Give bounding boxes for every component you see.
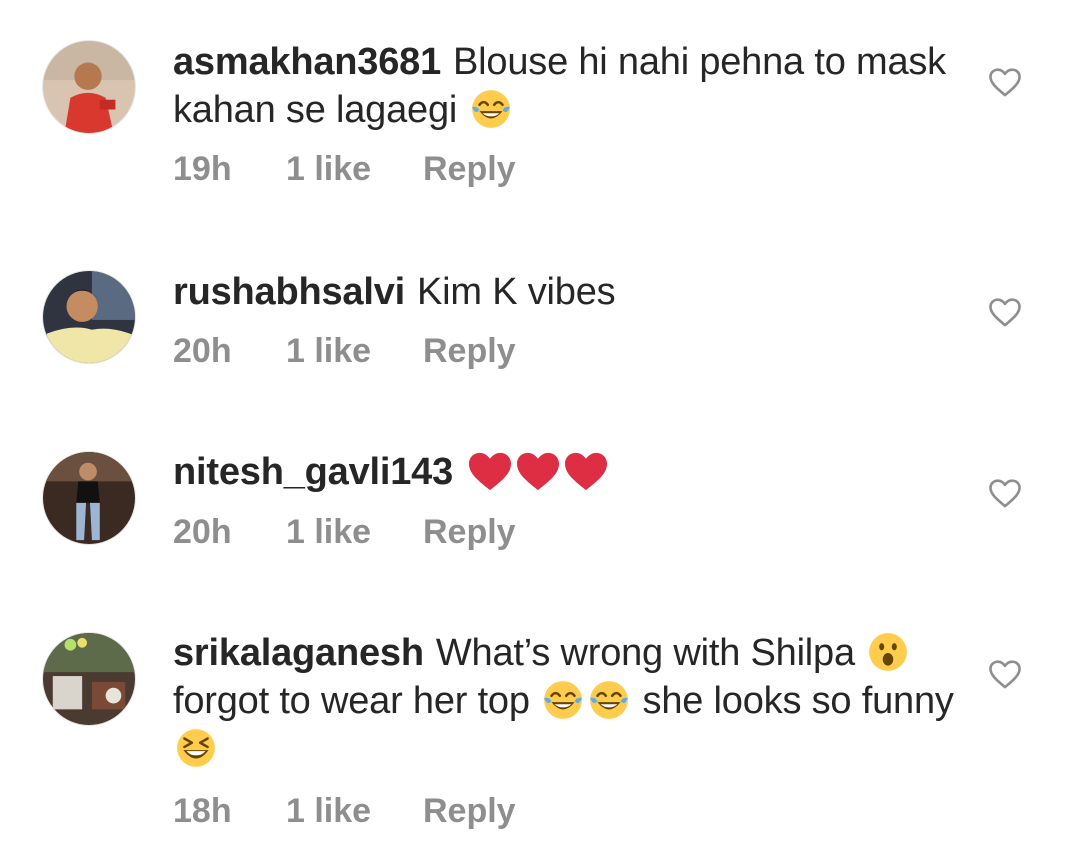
red-heart-icon [515,450,561,492]
comment-like-count[interactable]: 1 like [286,332,423,371]
comment-meta: 20h 1 like Reply [173,513,516,552]
heart-outline-icon[interactable] [987,477,1023,509]
face-with-tears-of-joy-icon [588,679,630,721]
comment-body: forgot to wear her top [173,680,530,722]
comment-meta: 18h 1 like Reply [173,792,516,831]
comment-username[interactable]: srikalaganesh [173,632,424,674]
red-heart-icon [563,450,609,492]
reply-button[interactable]: Reply [423,150,516,189]
reply-button[interactable]: Reply [423,792,516,831]
comment-meta: 19h 1 like Reply [173,150,516,189]
comment-body: Kim K vibes [417,271,616,313]
comment-text: asmakhan3681 Blouse hi nahi pehna to mask… [173,38,963,134]
comment-username[interactable]: nitesh_gavli143 [173,451,453,493]
comment-like-count[interactable]: 1 like [286,792,423,831]
comment-like-count[interactable]: 1 like [286,150,423,189]
heart-outline-icon[interactable] [987,66,1023,98]
comment-timestamp: 19h [173,150,232,188]
face-with-tears-of-joy-icon [542,679,584,721]
comment-body: she looks so funny [642,680,954,722]
comment-timestamp: 20h [173,513,232,551]
red-heart-icon [467,450,513,492]
grinning-squinting-face-icon [175,727,217,769]
reply-button[interactable]: Reply [423,332,516,371]
comment-username[interactable]: rushabhsalvi [173,271,405,313]
comment-like-count[interactable]: 1 like [286,513,423,552]
comment-text: nitesh_gavli143 [173,448,963,496]
comment-meta: 20h 1 like Reply [173,332,516,371]
face-with-open-mouth-icon [867,631,909,673]
heart-outline-icon[interactable] [987,296,1023,328]
avatar[interactable] [42,632,136,726]
comment-text: srikalaganesh What’s wrong with Shilpa fo… [173,629,963,773]
comment-body: What’s wrong with Shilpa [435,632,855,674]
avatar[interactable] [42,270,136,364]
avatar[interactable] [42,40,136,134]
comment-timestamp: 18h [173,792,232,830]
comment-text: rushabhsalvi Kim K vibes [173,268,963,316]
comment-timestamp: 20h [173,332,232,370]
face-with-tears-of-joy-icon [470,88,512,130]
comment-username[interactable]: asmakhan3681 [173,41,441,83]
heart-outline-icon[interactable] [987,658,1023,690]
reply-button[interactable]: Reply [423,513,516,552]
avatar[interactable] [42,451,136,545]
